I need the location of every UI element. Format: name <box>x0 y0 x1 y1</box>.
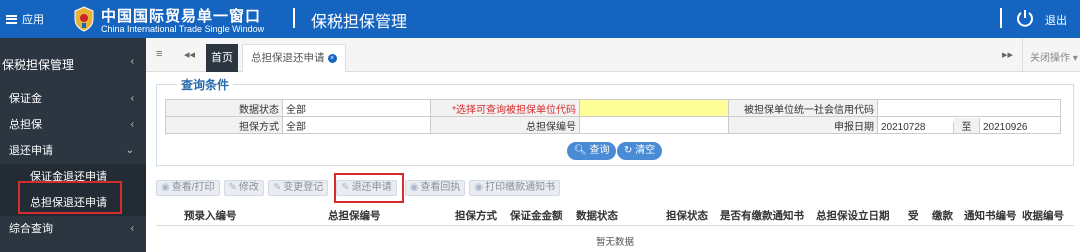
caret-down-icon: ▾ <box>1072 53 1078 64</box>
col-setup-date[interactable]: 总担保设立日期 <box>816 208 890 223</box>
credit-code-input[interactable] <box>877 99 1061 117</box>
tab-general-refund[interactable]: 总担保退还申请 × <box>242 44 346 72</box>
refresh-icon: ↻ <box>624 145 633 156</box>
col-notice-no[interactable]: 通知书编号 <box>964 208 1017 223</box>
search-icon: 🔍︎ <box>574 145 587 156</box>
print-notice-button[interactable]: ◉ 打印缴款通知书 <box>469 180 561 196</box>
brand-name-cn: 中国国际贸易单一窗口 <box>101 8 262 25</box>
col-truncated-1[interactable]: 受 <box>908 208 919 223</box>
eye-icon: ◉ <box>474 182 484 193</box>
empty-state-text: 暂无数据 <box>596 237 635 248</box>
date-from-input[interactable]: 20210728 <box>878 121 954 133</box>
unit-code-select[interactable] <box>579 99 729 117</box>
query-panel: 查询条件 数据状态 全部 *选择可查询被担保单位代码 被担保单位统一社会信用代码… <box>156 76 1074 166</box>
sidebar-item-general-guarantee[interactable]: 总担保 ‹ <box>0 112 146 138</box>
eye-icon: ◉ <box>161 182 170 193</box>
col-prerecord-no[interactable]: 预录入编号 <box>184 208 237 223</box>
results-header: 预录入编号 总担保编号 担保方式 保证金金额 数据状态 担保状态 是否有缴款通知… <box>156 204 1074 224</box>
credit-code-label: 被担保单位统一社会信用代码 <box>728 99 878 117</box>
edit-button[interactable]: ✎ 修改 <box>223 180 264 196</box>
method-select[interactable]: 全部 <box>282 116 431 134</box>
hamburger-icon <box>6 14 17 24</box>
edit-icon: ✎ <box>228 182 237 193</box>
tab-bar: ≡ ◂◂ 首页 总担保退还申请 × ▸▸ 关闭操作 ▾ <box>146 38 1080 72</box>
highlight-box-sidebar <box>18 181 122 214</box>
col-guarantee-no[interactable]: 总担保编号 <box>328 208 381 223</box>
sidebar-title[interactable]: 保税担保管理 ‹ <box>0 38 146 86</box>
col-method[interactable]: 担保方式 <box>455 208 497 223</box>
app-menu-button[interactable]: 应用 <box>6 11 44 27</box>
clear-button[interactable]: ↻ 清空 <box>617 142 663 160</box>
tab-home[interactable]: 首页 <box>206 44 238 72</box>
col-truncated-2[interactable]: 缴款 <box>932 208 953 223</box>
sidebar-item-query[interactable]: 综合查询 ‹ <box>0 216 146 242</box>
logout-button[interactable]: 退出 <box>1045 12 1067 28</box>
close-operations-dropdown[interactable]: 关闭操作 ▾ <box>1030 49 1078 64</box>
col-data-status[interactable]: 数据状态 <box>576 208 618 223</box>
chevron-left-icon: ‹ <box>130 223 134 234</box>
search-button[interactable]: 🔍︎ 查询 <box>567 142 617 160</box>
date-to-label: 至 <box>954 117 980 133</box>
col-has-notice[interactable]: 是否有缴款通知书 <box>720 208 804 223</box>
chevron-left-icon: ‹ <box>130 119 134 130</box>
close-icon[interactable]: × <box>327 53 337 63</box>
col-guarantee-status[interactable]: 担保状态 <box>666 208 708 223</box>
customs-logo-icon <box>74 6 94 32</box>
unit-code-label: *选择可查询被担保单位代码 <box>430 99 580 117</box>
scroll-left-icon[interactable]: ◂◂ <box>184 48 195 61</box>
chevron-left-icon: ‹ <box>130 93 134 104</box>
eye-icon: ◉ <box>409 182 419 193</box>
view-print-button[interactable]: ◉ 查看/打印 <box>156 180 220 196</box>
results-divider <box>156 225 1074 226</box>
query-form-table: 数据状态 全部 *选择可查询被担保单位代码 被担保单位统一社会信用代码 担保方式… <box>165 99 1061 134</box>
header-divider <box>293 8 295 28</box>
guarantee-no-input[interactable] <box>579 116 729 134</box>
sidebar-item-deposit[interactable]: 保证金 ‹ <box>0 86 146 112</box>
status-select[interactable]: 全部 <box>282 99 431 117</box>
scroll-right-icon[interactable]: ▸▸ <box>1002 48 1013 61</box>
sidebar: 保税担保管理 ‹ 保证金 ‹ 总担保 ‹ 退还申请 ⌄ 保证金退还申请 总担保退… <box>0 38 146 252</box>
menu-toggle-icon[interactable]: ≡ <box>156 48 162 60</box>
brand-name-en: China International Trade Single Window <box>101 24 265 34</box>
top-header: 应用 中国国际贸易单一窗口 China International Trade … <box>0 0 1080 38</box>
col-receipt-no[interactable]: 收据编号 <box>1022 208 1064 223</box>
status-label: 数据状态 <box>165 99 283 117</box>
guarantee-no-label: 总担保编号 <box>430 116 580 134</box>
power-icon[interactable] <box>1016 9 1034 27</box>
method-label: 担保方式 <box>165 116 283 134</box>
col-deposit-amount[interactable]: 保证金金额 <box>510 208 563 223</box>
chevron-left-icon: ‹ <box>130 56 134 67</box>
view-receipt-button[interactable]: ◉ 查看回执 <box>404 180 466 196</box>
header-divider-right <box>1000 8 1002 28</box>
chevron-down-icon: ⌄ <box>125 145 134 156</box>
edit-icon: ✎ <box>272 182 282 193</box>
tab-bar-divider <box>1022 38 1023 72</box>
sidebar-item-refund[interactable]: 退还申请 ⌄ <box>0 138 146 164</box>
app-menu-label: 应用 <box>22 14 44 26</box>
highlight-box-toolbar <box>334 173 404 203</box>
date-range: 20210728 至 20210926 <box>877 116 1061 134</box>
query-panel-title: 查询条件 <box>177 76 234 93</box>
date-label: 申报日期 <box>728 116 878 134</box>
date-to-input[interactable]: 20210926 <box>980 122 1031 133</box>
section-title: 保税担保管理 <box>311 14 408 31</box>
change-registration-button[interactable]: ✎ 变更登记 <box>267 180 329 196</box>
